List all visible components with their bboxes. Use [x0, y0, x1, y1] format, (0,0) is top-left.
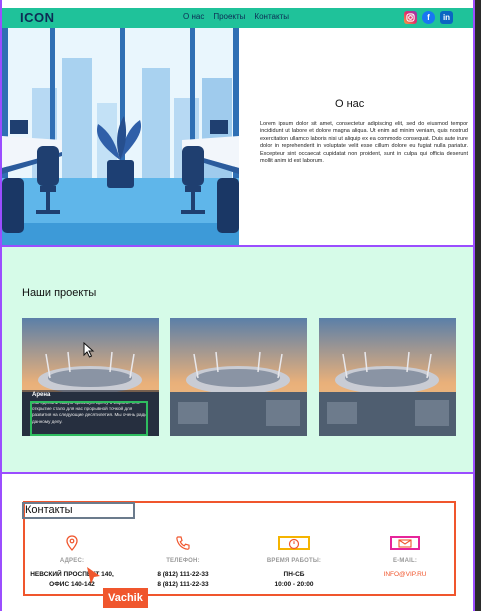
contact-value: ПН-СБ 10:00 - 20:00: [244, 570, 344, 590]
contact-label: E-MAIL:: [392, 558, 418, 564]
email-link[interactable]: INFO@VIP.RU: [355, 570, 455, 580]
project-card[interactable]: [319, 318, 456, 436]
nav-link-contacts[interactable]: Контакты: [254, 12, 289, 21]
contact-phone: ТЕЛЕФОН: 8 (812) 111-22-33 8 (812) 111-2…: [133, 534, 233, 590]
contact-email: E-MAIL: INFO@VIP.RU: [355, 534, 455, 580]
stadium-photo: [319, 318, 456, 436]
nav-link-about[interactable]: О нас: [183, 12, 204, 21]
project-name: Арена: [32, 392, 51, 398]
projects-section: Наши проекты Арена Мы сделали самую крас…: [2, 247, 473, 472]
facebook-icon[interactable]: f: [422, 11, 435, 24]
contacts-section: Контакты АДРЕС: НЕВСКИЙ ПРОСПЕКТ 140, ОФ…: [2, 474, 473, 611]
contact-value-line: ПН-СБ: [283, 571, 305, 578]
nav-link-projects[interactable]: Проекты: [213, 12, 245, 21]
projects-title: Наши проекты: [22, 287, 97, 299]
linkedin-icon[interactable]: in: [440, 11, 453, 24]
about-text: Lorem ipsum dolor sit amet, consectetur …: [260, 121, 468, 165]
email-icon: [355, 534, 455, 552]
collaborator-cursor-icon: [87, 567, 100, 584]
contact-label: ВРЕМЯ РАБОТЫ:: [266, 558, 322, 564]
site-header: ICON О нас Проекты Контакты f in: [2, 8, 473, 28]
instagram-icon[interactable]: [404, 11, 417, 24]
about-title: О нас: [335, 98, 365, 110]
office-illustration: [2, 28, 239, 245]
contact-value: НЕВСКИЙ ПРОСПЕКТ 140, ОФИС 140-142: [22, 570, 122, 590]
contact-hours: ВРЕМЯ РАБОТЫ: ПН-СБ 10:00 - 20:00: [244, 534, 344, 590]
contact-label: ТЕЛЕФОН:: [166, 558, 200, 564]
site-logo[interactable]: ICON: [20, 10, 55, 25]
contacts-title: Контакты: [25, 504, 73, 516]
clock-icon: [244, 534, 344, 552]
location-pin-icon: [22, 534, 122, 552]
contact-value: INFO@VIP.RU: [355, 570, 455, 580]
project-card[interactable]: [170, 318, 307, 436]
contact-value-line: 8 (812) 111-22-33: [157, 581, 209, 588]
caption-selection-box: [30, 401, 148, 436]
mouse-cursor-icon: [83, 342, 95, 358]
social-links: f in: [404, 11, 453, 24]
collaborator-name-tag: Vachik: [103, 588, 148, 608]
contact-label: АДРЕС:: [59, 558, 85, 564]
phone-icon: [133, 534, 233, 552]
main-nav: О нас Проекты Контакты: [183, 12, 289, 21]
page-frame: ICON О нас Проекты Контакты f in О нас L…: [0, 0, 475, 611]
contact-value: 8 (812) 111-22-33 8 (812) 111-22-33: [133, 570, 233, 590]
canvas-background: [475, 0, 481, 611]
about-section: О нас Lorem ipsum dolor sit amet, consec…: [2, 28, 473, 245]
contact-value-line: 10:00 - 20:00: [274, 581, 314, 588]
contact-value-line: НЕВСКИЙ ПРОСПЕКТ 140,: [30, 571, 114, 578]
stadium-photo: [170, 318, 307, 436]
contact-address: АДРЕС: НЕВСКИЙ ПРОСПЕКТ 140, ОФИС 140-14…: [22, 534, 122, 590]
contact-value-line: 8 (812) 111-22-33: [157, 571, 209, 578]
